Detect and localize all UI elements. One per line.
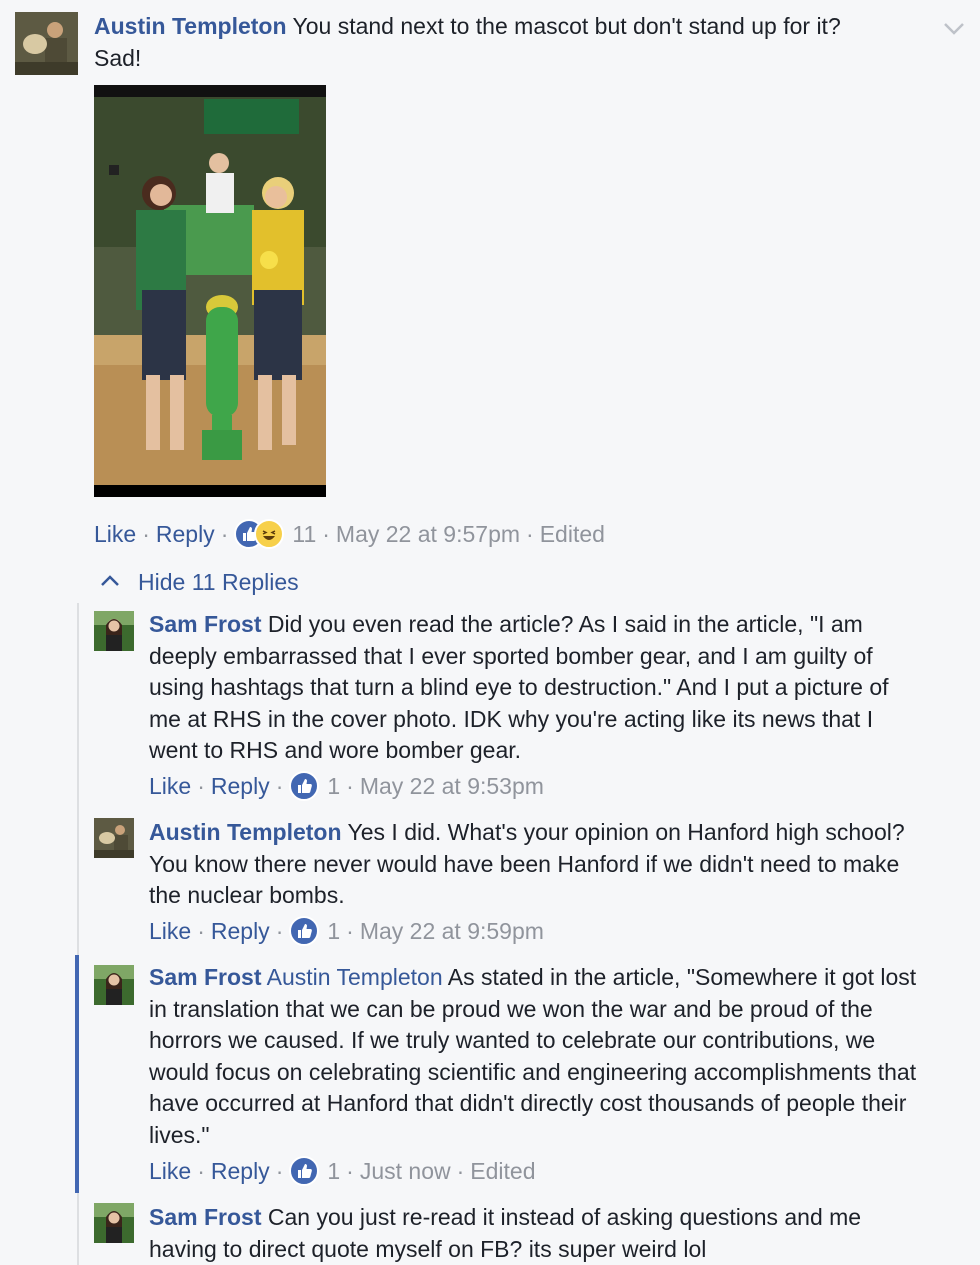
avatar[interactable] (15, 12, 78, 75)
comment-options-chevron-icon[interactable] (940, 14, 968, 42)
like-link[interactable]: Like (149, 773, 191, 800)
like-link[interactable]: Like (94, 521, 136, 548)
edited-label[interactable]: Edited (470, 1158, 535, 1185)
separator: · (526, 520, 534, 547)
separator: · (142, 520, 150, 547)
avatar[interactable] (94, 611, 134, 651)
avatar[interactable] (94, 965, 134, 1005)
reactions[interactable]: 1 (289, 916, 340, 946)
reactions[interactable]: 1 (289, 771, 340, 801)
comment-body: Austin Templeton Yes I did. What's your … (149, 817, 924, 912)
like-reaction-icon (289, 771, 320, 801)
like-reaction-icon (289, 916, 320, 946)
timestamp[interactable]: May 22 at 9:57pm (336, 521, 520, 548)
hide-replies-toggle[interactable]: Hide 11 Replies (98, 566, 299, 598)
timestamp[interactable]: May 22 at 9:59pm (360, 918, 544, 945)
comment-body: Sam Frost Austin Templeton As stated in … (149, 962, 924, 1151)
like-link[interactable]: Like (149, 918, 191, 945)
comment-body: Sam Frost Can you just re-read it instea… (149, 1202, 924, 1265)
author-name[interactable]: Sam Frost (149, 611, 261, 637)
separator: · (275, 1157, 284, 1184)
separator: · (220, 520, 229, 547)
separator: · (346, 1157, 354, 1184)
separator: · (275, 917, 284, 944)
reaction-count: 1 (327, 1157, 341, 1184)
separator: · (197, 917, 205, 944)
reactions[interactable]: 11 (234, 519, 316, 549)
comment-actions: Like · Reply · 1 · May 22 at 9:53pm (149, 770, 544, 802)
separator: · (275, 772, 284, 799)
edited-label[interactable]: Edited (540, 521, 605, 548)
separator: · (322, 520, 330, 547)
active-comment-accent-bar (75, 955, 79, 1193)
avatar[interactable] (94, 1203, 134, 1243)
like-reaction-icon (289, 1156, 320, 1186)
reaction-count: 1 (327, 917, 341, 944)
reply-link[interactable]: Reply (211, 773, 270, 800)
comment-actions: Like · Reply · 1 · May 22 at 9:59pm (149, 915, 544, 947)
comment-photo[interactable] (94, 85, 326, 497)
reaction-count: 1 (327, 772, 341, 799)
timestamp[interactable]: Just now (360, 1158, 451, 1185)
separator: · (197, 1157, 205, 1184)
reaction-count: 11 (292, 520, 317, 547)
reply-link[interactable]: Reply (211, 918, 270, 945)
reply-link[interactable]: Reply (211, 1158, 270, 1185)
comment-actions: Like · Reply · 11 · May 22 at 9:57pm · E… (94, 518, 605, 550)
chevron-up-icon (98, 570, 122, 594)
separator: · (197, 772, 205, 799)
author-name[interactable]: Sam Frost (149, 1204, 261, 1230)
comment-body: Austin Templeton You stand next to the m… (94, 11, 894, 74)
reply-link[interactable]: Reply (156, 521, 215, 548)
author-name[interactable]: Sam Frost (149, 964, 261, 990)
mention-link[interactable]: Austin Templeton (267, 964, 443, 990)
separator: · (346, 772, 354, 799)
author-name[interactable]: Austin Templeton (94, 13, 287, 39)
timestamp[interactable]: May 22 at 9:53pm (360, 773, 544, 800)
like-link[interactable]: Like (149, 1158, 191, 1185)
hide-replies-label: Hide 11 Replies (138, 568, 299, 595)
avatar[interactable] (94, 818, 134, 858)
reactions[interactable]: 1 (289, 1156, 340, 1186)
haha-reaction-icon (254, 519, 285, 549)
separator: · (456, 1157, 465, 1184)
comment-body: Sam Frost Did you even read the article?… (149, 609, 924, 767)
comment-text: As stated in the article, "Somewhere it … (149, 964, 917, 1148)
comment-actions: Like · Reply · 1 · Just now · Edited (149, 1155, 535, 1187)
separator: · (346, 917, 354, 944)
author-name[interactable]: Austin Templeton (149, 819, 342, 845)
